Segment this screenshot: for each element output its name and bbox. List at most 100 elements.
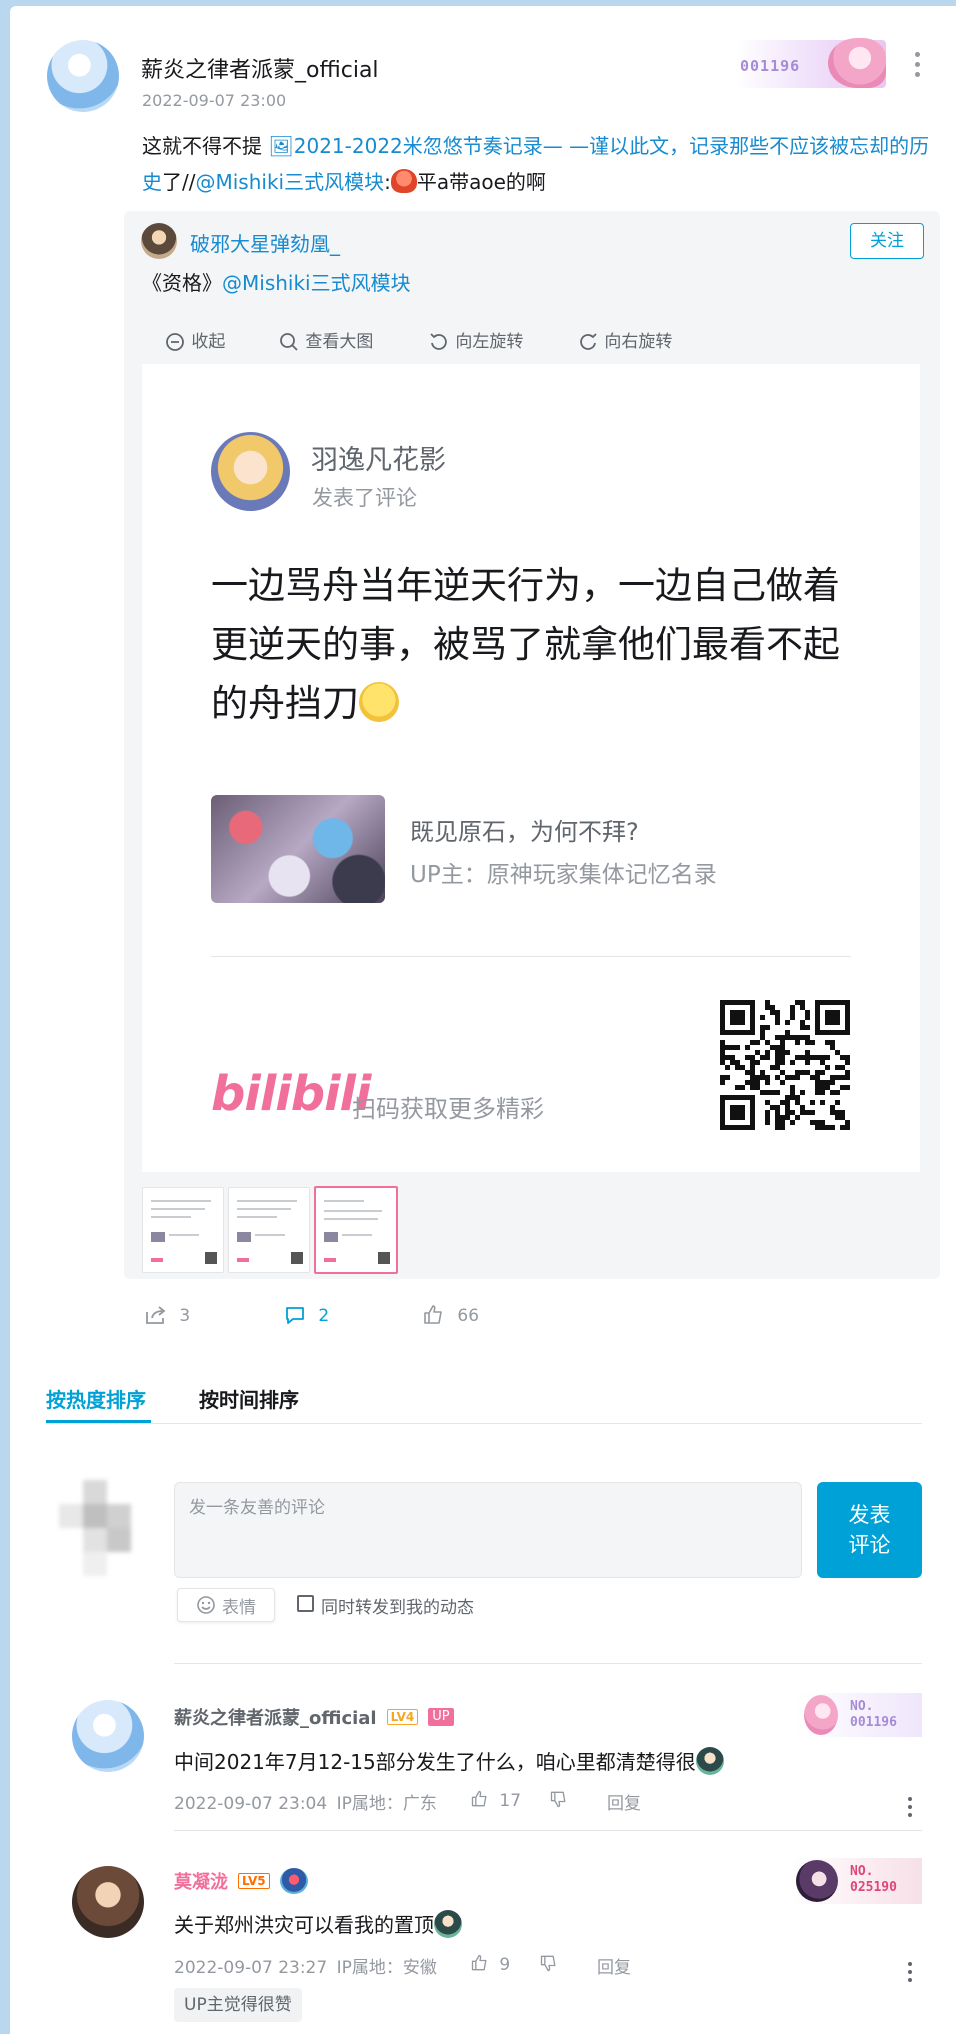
rotate-right-button[interactable]: 向右旋转 xyxy=(577,327,672,353)
comment-dislike-button[interactable] xyxy=(539,1953,559,1977)
author-avatar[interactable] xyxy=(47,40,119,112)
post-text: : xyxy=(384,170,391,194)
card-user-action: 发表了评论 xyxy=(312,486,417,510)
badge-number: 001196 xyxy=(850,1715,897,1730)
post-text: 平a带aoe的啊 xyxy=(416,170,546,194)
comment-header: 薪炎之律者派蒙_official LV4 UP xyxy=(174,1704,454,1730)
badge-no-label: NO. xyxy=(850,1864,874,1879)
search-icon xyxy=(280,333,298,351)
repost-text: 《资格》@Mishiki三式风模块 xyxy=(142,265,411,301)
card-comment-text: 一边骂舟当年逆天行为，一边自己做着更逆天的事，被骂了就拿他们最看不起的舟挡刀 xyxy=(211,564,840,725)
image-thumbnail-2[interactable] xyxy=(228,1187,310,1273)
image-thumbnail-1[interactable] xyxy=(142,1187,224,1273)
comment-icon xyxy=(286,1307,304,1324)
repost-author-name[interactable]: 破邪大星弹劾凰_ xyxy=(190,228,340,257)
venti-emoji-icon xyxy=(695,1747,724,1775)
more-icon[interactable] xyxy=(915,52,923,80)
level-badge: LV4 xyxy=(386,1709,419,1725)
view-large-button[interactable]: 查看大图 xyxy=(278,327,373,353)
comment-avatar[interactable] xyxy=(72,1866,144,1938)
card-video-title: 既见原石，为何不拜? xyxy=(410,818,639,846)
badge-number: 025190 xyxy=(850,1880,897,1895)
comment-meta: 2022-09-07 23:27 IP属地：安徽 xyxy=(174,1953,437,1978)
comment-ip: IP属地：广东 xyxy=(336,1794,437,1814)
comment-more-icon[interactable] xyxy=(908,1962,912,1986)
mention-link[interactable]: @Mishiki三式风模块 xyxy=(195,170,384,194)
card-scan-text: 扫码获取更多精彩 xyxy=(352,1095,544,1123)
post-content: 这就不得不提 🖼2021-2022米忽悠节奏记录— —谨以此文，记录那些不应该被… xyxy=(142,128,932,200)
comment-avatar[interactable] xyxy=(72,1700,144,1772)
post-time: 2022-09-07 23:00 xyxy=(142,91,287,110)
comment-button[interactable]: 2 xyxy=(283,1304,329,1326)
qr-code-icon xyxy=(720,1000,850,1130)
tab-sort-time[interactable]: 按时间排序 xyxy=(199,1384,299,1413)
thumbs-down-icon xyxy=(550,1791,566,1808)
comment-text: 中间2021年7月12-15部分发生了什么，咱心里都清楚得很 xyxy=(174,1746,724,1775)
fan-badge-character xyxy=(828,38,886,88)
bilibili-logo: bilibili xyxy=(211,1066,371,1122)
fan-badge-number: 001196 xyxy=(740,57,801,75)
up-liked-tag: UP主觉得很赞 xyxy=(174,1988,302,2022)
comment-reply-button[interactable]: 回复 xyxy=(607,1789,641,1814)
author-name[interactable]: 薪炎之律者派蒙_official xyxy=(141,52,379,84)
smile-icon xyxy=(197,1596,215,1614)
follow-button[interactable]: 关注 xyxy=(850,223,924,259)
comment-dislike-button[interactable] xyxy=(549,1789,569,1813)
video-thumbnail xyxy=(211,795,385,903)
share-icon xyxy=(146,1306,166,1324)
badge-no-label: NO. xyxy=(850,1699,874,1714)
collapse-icon xyxy=(166,333,184,351)
my-avatar xyxy=(59,1480,151,1580)
card-video-up: UP主：原神玩家集体记忆名录 xyxy=(410,862,717,888)
video-link-icon: 🖼 xyxy=(268,134,294,158)
card-user-avatar xyxy=(211,432,290,511)
post-text: 这就不得不提 xyxy=(142,134,269,158)
comment-reply-button[interactable]: 回复 xyxy=(597,1953,631,1978)
badge-character-icon xyxy=(796,1860,838,1902)
comment-author-name[interactable]: 莫凝泷 xyxy=(174,1868,228,1894)
repost-text-prefix: 《资格》 xyxy=(142,271,222,295)
like-button[interactable]: 66 xyxy=(422,1304,479,1326)
level-badge: LV5 xyxy=(238,1873,270,1889)
comment-more-icon[interactable] xyxy=(908,1797,912,1821)
repost-author-avatar[interactable] xyxy=(141,223,177,259)
tabs-divider xyxy=(46,1423,922,1424)
comment-time: 2022-09-07 23:04 xyxy=(174,1794,328,1814)
post-text: 了// xyxy=(162,170,196,194)
decoration-badge-icon xyxy=(279,1868,308,1894)
comment-fan-badge: NO. 001196 xyxy=(796,1693,922,1737)
repost-mention-link[interactable]: @Mishiki三式风模块 xyxy=(222,271,411,295)
image-thumbnail-3[interactable] xyxy=(314,1186,398,1274)
sync-checkbox[interactable] xyxy=(297,1595,314,1612)
comment-divider xyxy=(174,1830,922,1831)
comment-meta: 2022-09-07 23:04 IP属地：广东 xyxy=(174,1789,437,1814)
rotate-right-icon xyxy=(580,333,597,350)
sync-label: 同时转发到我的动态 xyxy=(321,1598,474,1618)
comment-like-button[interactable]: 9 xyxy=(470,1953,510,1975)
card-user-name: 羽逸凡花影 xyxy=(311,445,446,476)
comment-input[interactable] xyxy=(174,1482,802,1578)
badge-character-icon xyxy=(804,1695,838,1735)
post-comment-button[interactable]: 发表 评论 xyxy=(817,1482,922,1578)
comment-ip: IP属地：安徽 xyxy=(336,1958,437,1978)
tab-sort-hot[interactable]: 按热度排序 xyxy=(46,1384,146,1413)
up-tag: UP xyxy=(428,1708,454,1726)
comment-text: 关于郑州洪灾可以看我的置顶 xyxy=(174,1909,462,1938)
comment-like-button[interactable]: 17 xyxy=(470,1789,521,1811)
comment-fan-badge: NO. 025190 xyxy=(790,1858,922,1904)
smug-face-emoji-icon xyxy=(359,682,399,722)
thumbs-up-icon xyxy=(471,1790,487,1807)
comment-header: 莫凝泷 LV5 xyxy=(174,1868,308,1894)
comment-time: 2022-09-07 23:27 xyxy=(174,1958,328,1978)
rotate-left-button[interactable]: 向左旋转 xyxy=(428,327,523,353)
thumbs-up-icon xyxy=(471,1954,487,1971)
forward-button[interactable]: 3 xyxy=(144,1304,190,1326)
collapse-button[interactable]: 收起 xyxy=(164,327,225,353)
thumbs-up-icon xyxy=(424,1305,442,1324)
emoji-button[interactable]: 表情 xyxy=(177,1588,275,1622)
venti-emoji-icon xyxy=(434,1910,462,1938)
composer-divider xyxy=(174,1663,922,1664)
comment-author-name[interactable]: 薪炎之律者派蒙_official xyxy=(174,1704,377,1730)
red-octopus-emoji-icon xyxy=(390,169,417,193)
thumbs-down-icon xyxy=(540,1955,556,1972)
